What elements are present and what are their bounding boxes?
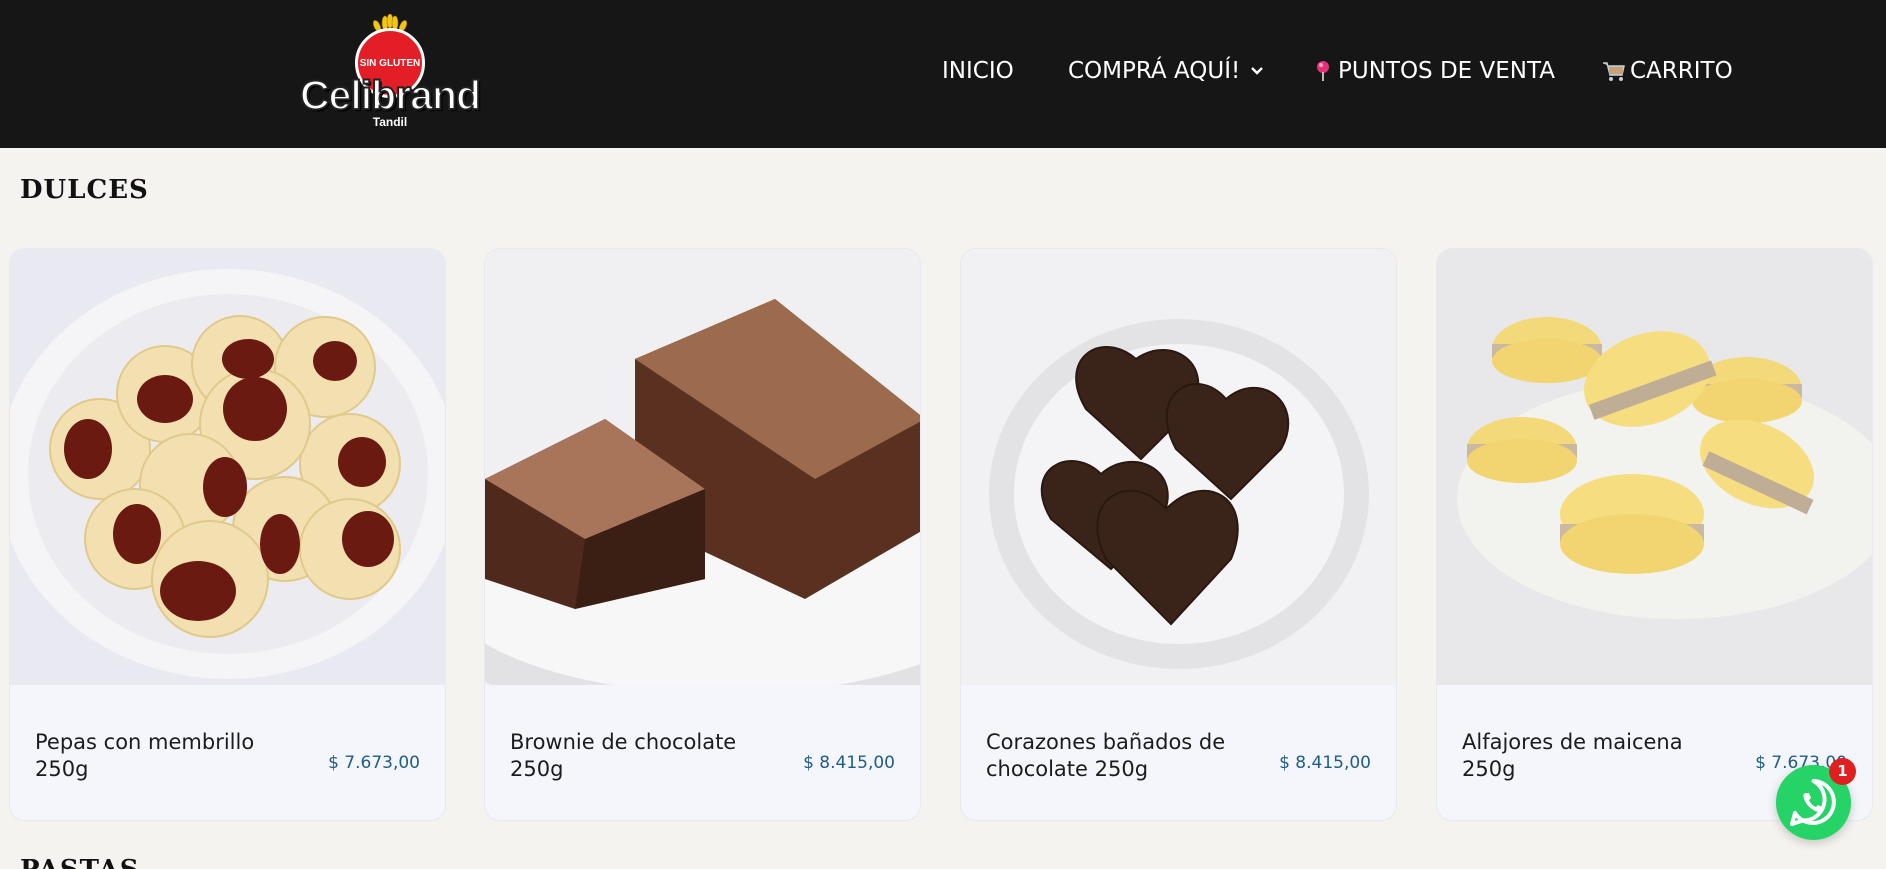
notification-badge: 1: [1829, 758, 1856, 785]
nav-compra-dropdown[interactable]: COMPRÁ AQUÍ!: [1068, 56, 1264, 86]
product-name[interactable]: Alfajores de maicena 250g: [1462, 729, 1712, 783]
brand-name: Celibrand: [299, 71, 482, 119]
product-name[interactable]: Brownie de chocolate 250g: [510, 729, 760, 783]
nav-puntos-de-venta[interactable]: PUNTOS DE VENTA: [1314, 56, 1555, 86]
chevron-down-icon: [1251, 67, 1264, 75]
section-title-pastas: PASTAS: [20, 855, 139, 869]
product-name[interactable]: Corazones bañados de chocolate 250g: [986, 729, 1236, 783]
nav-inicio[interactable]: INICIO: [942, 56, 1014, 86]
product-card[interactable]: Alfajores de maicena 250g $ 7.673,00: [1436, 248, 1873, 821]
product-card[interactable]: Pepas con membrillo 250g $ 7.673,00: [9, 248, 446, 821]
map-pin-icon: [1317, 61, 1329, 81]
product-name[interactable]: Pepas con membrillo 250g: [35, 729, 285, 783]
product-image[interactable]: [1437, 249, 1872, 685]
nav-compra-label: COMPRÁ AQUÍ!: [1068, 58, 1241, 84]
product-card[interactable]: Brownie de chocolate 250g $ 8.415,00: [484, 248, 921, 821]
site-header: SIN GLUTEN Celibrand Tandil INICIO COMPR…: [0, 0, 1886, 148]
product-card[interactable]: Corazones bañados de chocolate 250g $ 8.…: [960, 248, 1397, 821]
product-price: $ 8.415,00: [803, 753, 895, 773]
brand-sublabel: Tandil: [372, 115, 408, 129]
brand-logo[interactable]: SIN GLUTEN Celibrand Tandil: [292, 10, 488, 130]
product-price: $ 8.415,00: [1279, 753, 1371, 773]
product-price: $ 7.673,00: [328, 753, 420, 773]
product-image[interactable]: [961, 249, 1396, 685]
nav-puntos-label: PUNTOS DE VENTA: [1338, 58, 1555, 84]
section-title-dulces: DULCES: [20, 175, 149, 205]
nav-inicio-label: INICIO: [942, 58, 1014, 84]
product-image[interactable]: [485, 249, 920, 685]
nav-carrito[interactable]: CARRITO: [1602, 56, 1733, 86]
shopping-cart-icon: [1603, 62, 1625, 81]
product-image[interactable]: [10, 249, 445, 685]
nav-carrito-label: CARRITO: [1630, 58, 1733, 84]
